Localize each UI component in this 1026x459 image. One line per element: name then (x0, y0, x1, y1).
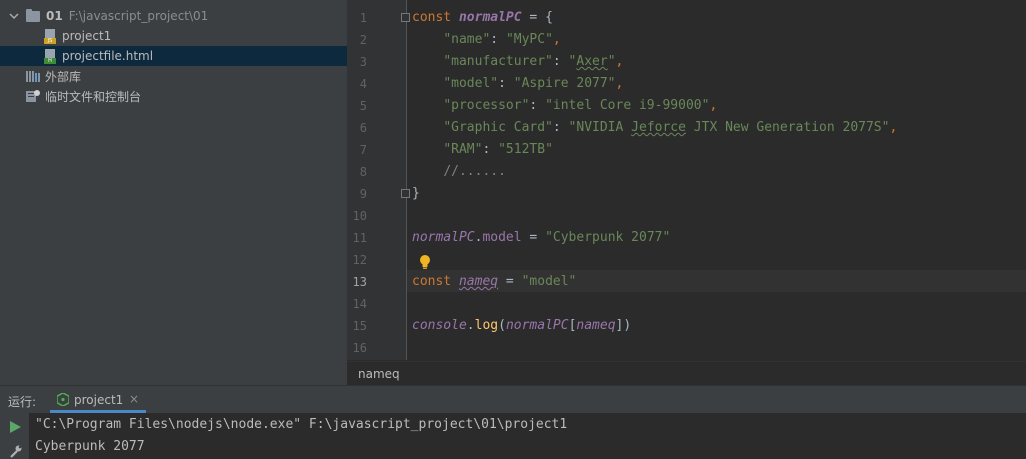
code-line-13[interactable]: const nameq = "model" (412, 271, 576, 293)
file-name: project1 (62, 29, 112, 43)
line-number: 10 (352, 209, 367, 223)
console-line: "C:\Program Files\nodejs\node.exe" F:\ja… (35, 417, 568, 432)
line-number: 8 (359, 165, 367, 179)
play-icon[interactable] (10, 421, 21, 433)
line-number: 15 (352, 319, 367, 333)
code-line-3[interactable]: "manufacturer": "Axer", (412, 51, 623, 73)
scratches-icon (26, 90, 40, 102)
tab-run-project1[interactable]: project1 × (50, 386, 146, 413)
tree-item-projectfile-html[interactable]: H projectfile.html (0, 46, 347, 66)
wrench-icon[interactable] (9, 445, 22, 458)
run-tab-label: project1 (74, 393, 124, 407)
line-number: 3 (359, 55, 367, 69)
close-icon[interactable]: × (129, 392, 139, 406)
code-line-1[interactable]: const normalPC = { (412, 7, 553, 29)
line-number-active: 13 (352, 275, 367, 289)
fold-marker-icon[interactable] (401, 189, 410, 198)
file-name: projectfile.html (62, 49, 154, 63)
root-folder-path: F:\javascript_project\01 (68, 9, 209, 23)
scratches-label: 临时文件和控制台 (45, 89, 142, 104)
run-tool-window-header: 运行: project1 × (0, 385, 1026, 413)
line-number: 9 (359, 187, 367, 201)
code-line-15[interactable]: console.log(normalPC[nameq]) (412, 315, 631, 337)
line-number: 2 (359, 33, 367, 47)
code-line-8[interactable]: //...... (412, 161, 506, 183)
code-editor[interactable]: 1 2 3 4 5 6 7 8 9 10 11 12 13 14 15 16 c… (347, 0, 1026, 385)
tree-item-scratches[interactable]: 临时文件和控制台 (0, 86, 347, 106)
code-line-5[interactable]: "processor": "intel Core i9-99000", (412, 95, 717, 117)
code-line-6[interactable]: "Graphic Card": "NVIDIA Jeforce JTX New … (412, 117, 897, 139)
run-label: 运行: (8, 395, 37, 409)
run-toolbar (0, 413, 29, 459)
breadcrumb: nameq (347, 361, 1026, 385)
chevron-down-icon[interactable] (9, 11, 19, 21)
tree-item-external-libraries[interactable]: 外部库 (0, 66, 347, 86)
code-line-11[interactable]: normalPC.model = "Cyberpunk 2077" (412, 227, 670, 249)
project-tool-window: 01 F:\javascript_project\01 JS project1 … (0, 0, 347, 385)
code-line-7[interactable]: "RAM": "512TB" (412, 139, 553, 161)
line-number: 5 (359, 99, 367, 113)
line-number: 6 (359, 121, 367, 135)
html-file-icon: H (44, 48, 57, 64)
editor-gutter: 1 2 3 4 5 6 7 8 9 10 11 12 13 14 15 16 (347, 0, 407, 360)
console-output[interactable]: "C:\Program Files\nodejs\node.exe" F:\ja… (29, 413, 1026, 459)
console-line: Cyberpunk 2077 (35, 439, 145, 454)
lightbulb-icon[interactable] (419, 254, 431, 270)
library-icon (26, 71, 40, 82)
line-number: 7 (359, 143, 367, 157)
tree-root-folder[interactable]: 01 F:\javascript_project\01 (0, 6, 347, 26)
js-file-icon: JS (44, 28, 57, 44)
code-line-9[interactable]: } (412, 183, 420, 205)
tree-item-project1[interactable]: JS project1 (0, 26, 347, 46)
external-libraries-label: 外部库 (45, 69, 82, 84)
code-line-4[interactable]: "model": "Aspire 2077", (412, 73, 623, 95)
folder-icon (26, 8, 40, 22)
fold-marker-icon[interactable] (401, 13, 410, 22)
line-number: 12 (352, 253, 367, 267)
breadcrumb-item[interactable]: nameq (358, 367, 400, 381)
line-number: 16 (352, 341, 367, 355)
fold-guide (406, 0, 407, 360)
line-number: 4 (359, 77, 367, 91)
line-number: 14 (352, 297, 367, 311)
line-number: 11 (352, 231, 367, 245)
code-line-2[interactable]: "name": "MyPC", (412, 29, 560, 51)
root-folder-name: 01 (46, 9, 63, 23)
line-number: 1 (359, 11, 367, 25)
nodejs-icon (57, 393, 69, 406)
